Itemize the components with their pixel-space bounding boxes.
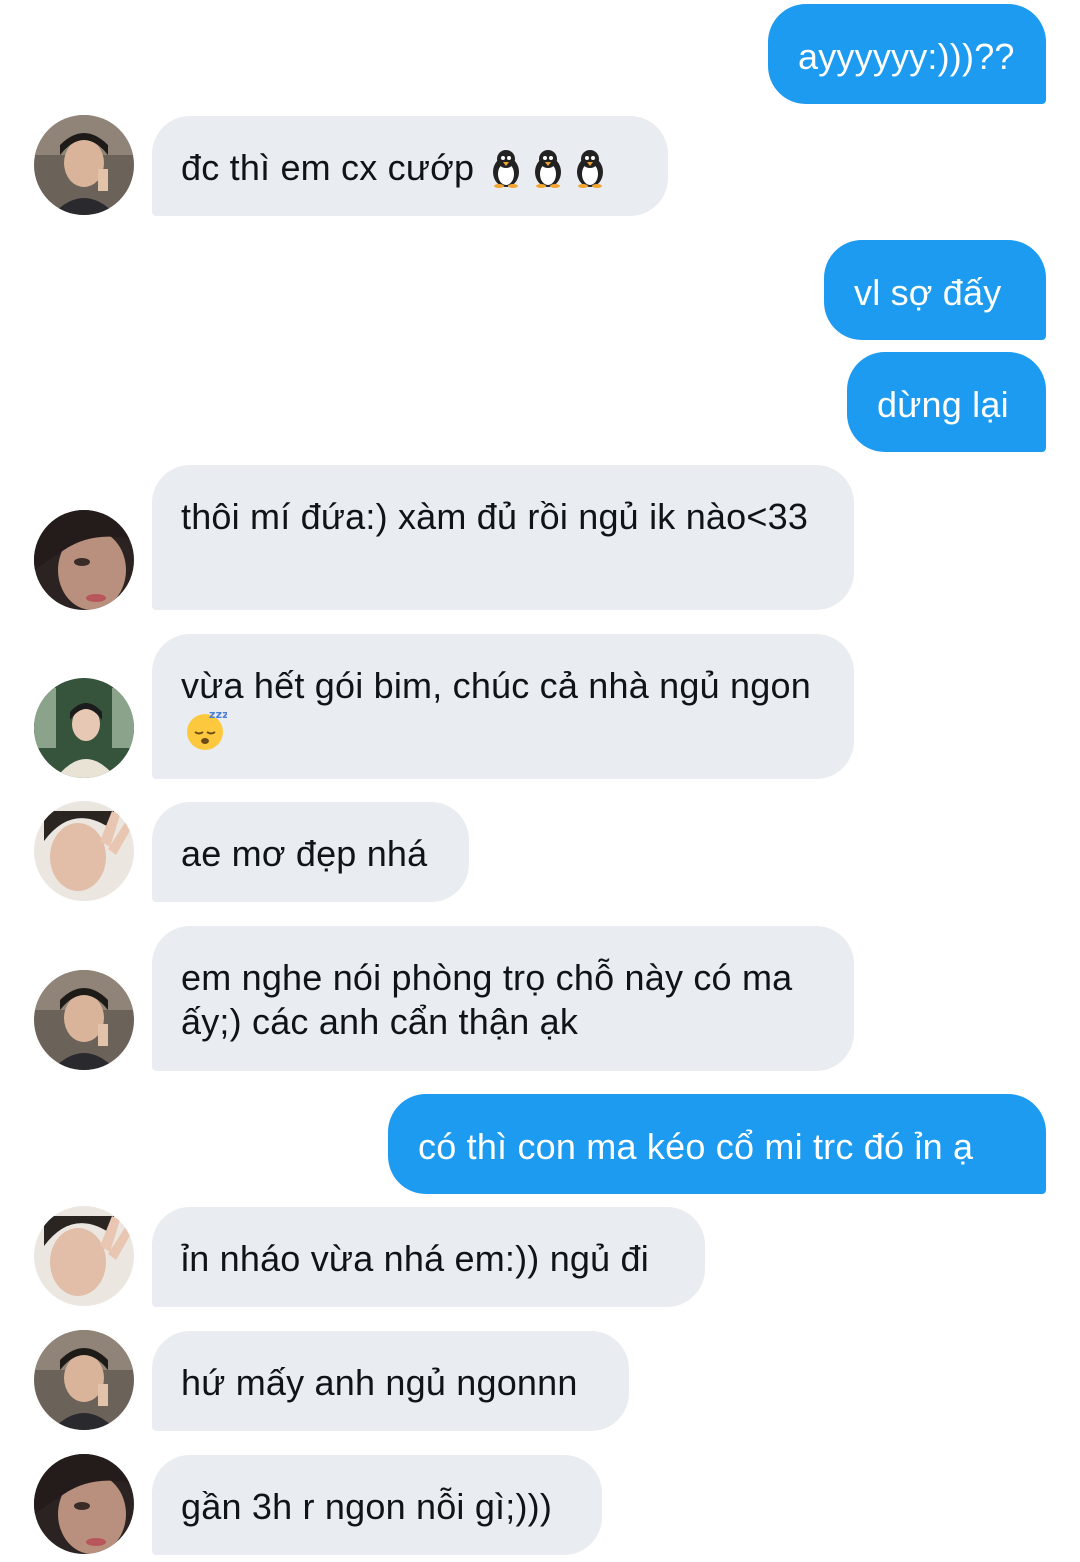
penguin-icon [528,148,568,198]
avatar-b-image [34,1454,134,1554]
message-bubble-received[interactable]: em nghe nói phòng trọ chỗ này có ma ấy;)… [152,926,854,1071]
message-text: thôi mí đứa:) xàm đủ rồi ngủ ik nào<33 [181,496,809,537]
message-bubble-received[interactable]: thôi mí đứa:) xàm đủ rồi ngủ ik nào<33 [152,465,854,610]
message-bubble-received[interactable]: hứ mấy anh ngủ ngonnn [152,1331,629,1431]
avatar[interactable] [34,1330,134,1430]
avatar-a-image [34,1330,134,1430]
avatar[interactable] [34,115,134,215]
message-text: hứ mấy anh ngủ ngonnn [181,1362,578,1403]
message-text: vl sợ đấy [854,272,1002,313]
avatar[interactable] [34,970,134,1070]
sleeping-face-icon: zzz [183,708,229,762]
svg-text:zzz: zzz [209,708,227,721]
message-text: ayyyyyy:)))?? [798,36,1015,77]
message-text: em nghe nói phòng trọ chỗ này có ma ấy;)… [181,957,793,1042]
penguin-icon [570,148,610,198]
avatar-a-image [34,115,134,215]
message-text: dừng lại [877,384,1009,425]
avatar[interactable] [34,1206,134,1306]
message-bubble-received[interactable]: đc thì em cx cướp [152,116,668,216]
message-bubble-received[interactable]: ỉn nháo vừa nhá em:)) ngủ đi [152,1207,705,1307]
avatar[interactable] [34,510,134,610]
penguin-icon [486,148,526,198]
avatar[interactable] [34,678,134,778]
message-bubble-sent[interactable]: vl sợ đấy [824,240,1046,340]
message-bubble-received[interactable]: gần 3h r ngon nỗi gì;))) [152,1455,602,1555]
avatar[interactable] [34,1454,134,1554]
avatar-c-image [34,678,134,778]
message-text: có thì con ma kéo cổ mi trc đó ỉn ạ [418,1126,974,1167]
message-bubble-received[interactable]: vừa hết gói bim, chúc cả nhà ngủ ngon zz… [152,634,854,779]
message-text: đc thì em cx cướp [181,147,475,188]
message-text: gần 3h r ngon nỗi gì;))) [181,1486,553,1527]
message-bubble-sent[interactable]: ayyyyyy:)))?? [768,4,1046,104]
message-bubble-received[interactable]: ae mơ đẹp nhá [152,802,469,902]
message-bubble-sent[interactable]: dừng lại [847,352,1046,452]
avatar-d-image [34,1206,134,1306]
avatar-b-image [34,510,134,610]
message-text: ỉn nháo vừa nhá em:)) ngủ đi [181,1238,649,1279]
avatar-a-image [34,970,134,1070]
message-bubble-sent[interactable]: có thì con ma kéo cổ mi trc đó ỉn ạ [388,1094,1046,1194]
avatar[interactable] [34,801,134,901]
message-text: ae mơ đẹp nhá [181,833,428,874]
message-text: vừa hết gói bim, chúc cả nhà ngủ ngon [181,665,811,706]
avatar-d-image [34,801,134,901]
